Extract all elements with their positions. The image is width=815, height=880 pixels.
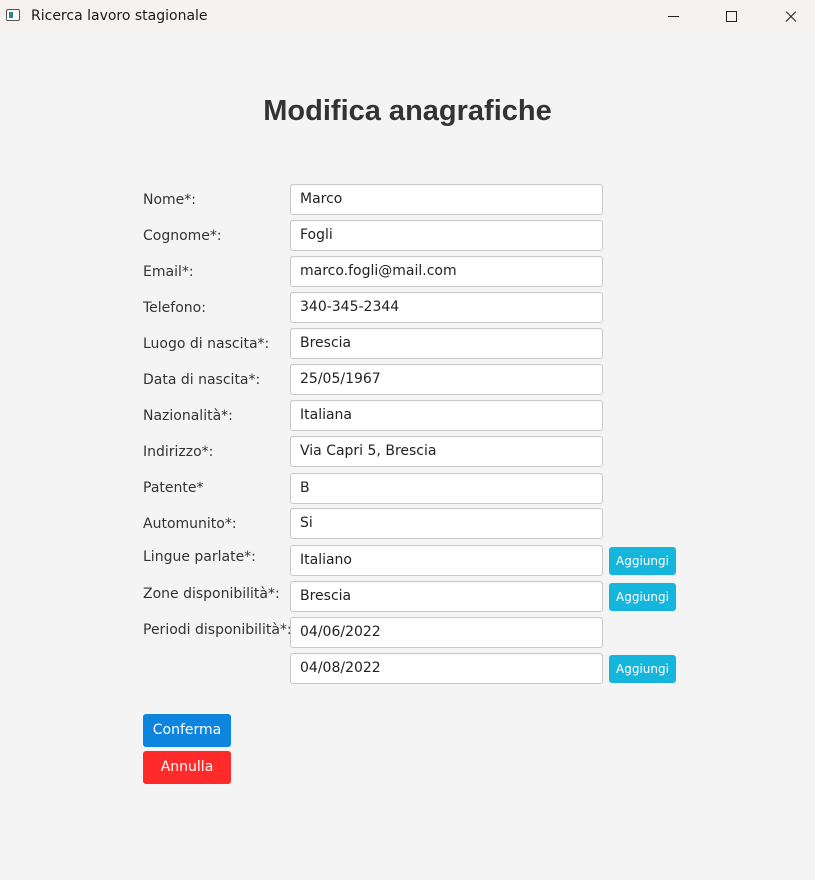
cancel-button[interactable]: Annulla — [143, 751, 231, 784]
app-icon — [6, 9, 20, 21]
lingue-label: Lingue parlate*: — [143, 549, 256, 565]
cognome-field[interactable]: Fogli — [290, 220, 603, 251]
telefono-field[interactable]: 340-345-2344 — [290, 292, 603, 323]
data-nascita-label: Data di nascita*: — [143, 372, 261, 388]
automunito-field[interactable]: Si — [290, 508, 603, 539]
indirizzo-label: Indirizzo*: — [143, 444, 214, 460]
add-zona-button[interactable]: Aggiungi — [609, 583, 676, 611]
add-lingua-button[interactable]: Aggiungi — [609, 547, 676, 575]
window-title: Ricerca lavoro stagionale — [31, 8, 208, 24]
close-icon[interactable] — [767, 0, 813, 33]
periodo-start-field[interactable]: 04/06/2022 — [290, 617, 603, 648]
lingue-field[interactable]: Italiano — [290, 545, 603, 576]
zone-field[interactable]: Brescia — [290, 581, 603, 612]
patente-label: Patente* — [143, 480, 204, 496]
zone-label: Zone disponibilità*: — [143, 586, 280, 602]
maximize-icon[interactable] — [708, 0, 754, 33]
luogo-nascita-field[interactable]: Brescia — [290, 328, 603, 359]
nazionalita-field[interactable]: Italiana — [290, 400, 603, 431]
indirizzo-field[interactable]: Via Capri 5, Brescia — [290, 436, 603, 467]
periodi-label: Periodi disponibilità*: — [143, 622, 292, 638]
cognome-label: Cognome*: — [143, 228, 222, 244]
confirm-button[interactable]: Conferma — [143, 714, 231, 747]
minimize-icon[interactable] — [650, 0, 696, 33]
periodo-end-field[interactable]: 04/08/2022 — [290, 653, 603, 684]
nome-label: Nome*: — [143, 192, 197, 208]
title-bar: Ricerca lavoro stagionale — [0, 0, 815, 33]
nazionalita-label: Nazionalità*: — [143, 408, 233, 424]
nome-field[interactable]: Marco — [290, 184, 603, 215]
automunito-label: Automunito*: — [143, 516, 237, 532]
page-title: Modifica anagrafiche — [263, 95, 552, 127]
luogo-nascita-label: Luogo di nascita*: — [143, 336, 270, 352]
telefono-label: Telefono: — [143, 300, 206, 316]
add-periodo-button[interactable]: Aggiungi — [609, 655, 676, 683]
patente-field[interactable]: B — [290, 473, 603, 504]
email-field[interactable]: marco.fogli@mail.com — [290, 256, 603, 287]
data-nascita-field[interactable]: 25/05/1967 — [290, 364, 603, 395]
email-label: Email*: — [143, 264, 194, 280]
